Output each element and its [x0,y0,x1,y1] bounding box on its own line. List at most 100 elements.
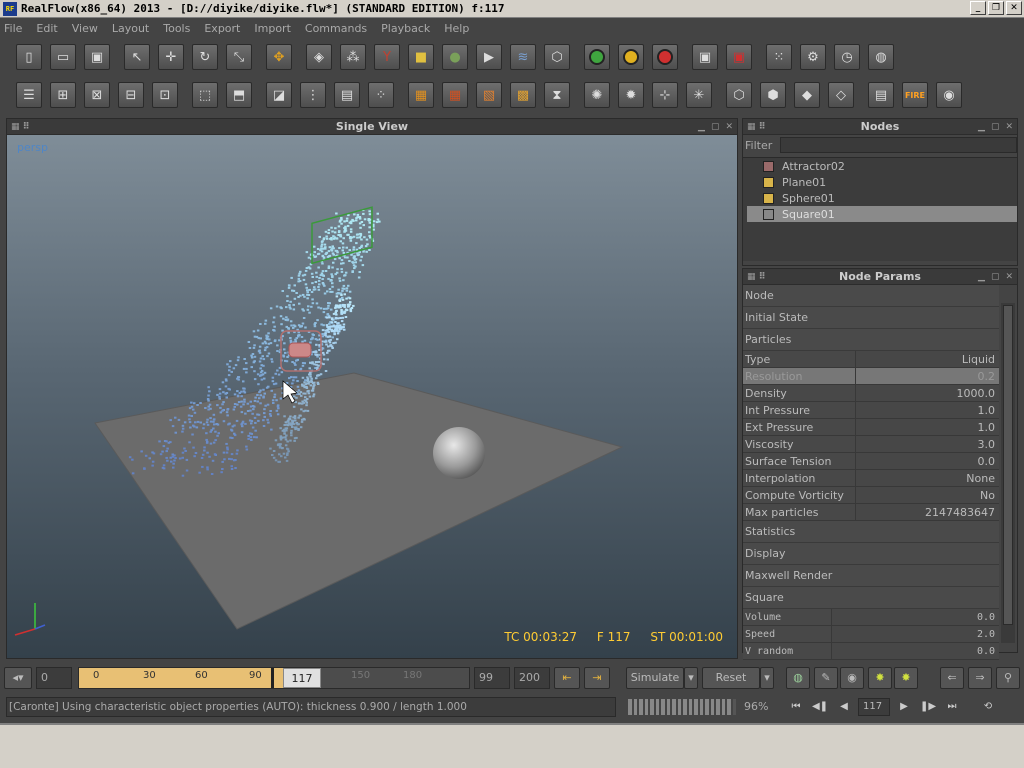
wave-icon[interactable]: ≋ [510,44,536,70]
param-row[interactable]: Surface Tension 0.0 [743,453,999,470]
node-sphere01[interactable]: Sphere01 [747,190,1017,206]
step-forward-key-icon[interactable]: ⇒ [968,667,992,689]
menu-view[interactable]: View [72,22,98,35]
open-folder-icon[interactable]: ▭ [50,44,76,70]
mesh-icon[interactable]: ● [442,44,468,70]
params-scroll-thumb[interactable] [1003,305,1013,625]
menu-help[interactable]: Help [444,22,469,35]
params-grip-icon[interactable]: ▦ ⠿ [747,272,766,282]
nodes-minimize-icon[interactable]: ▁ [978,122,985,132]
viewport-maximize-icon[interactable]: ▢ [711,122,720,132]
texture-b-icon[interactable]: ▦ [442,82,468,108]
param-row[interactable]: Speed 2.0 [743,626,999,643]
restore-button[interactable]: ❐ [988,1,1004,15]
step-forward-icon[interactable]: ❚▶ [918,697,938,717]
fire-icon[interactable]: FIRE [902,82,928,108]
axis-gizmo-icon[interactable]: ✥ [266,44,292,70]
menu-export[interactable]: Export [204,22,240,35]
param-row[interactable]: Interpolation None [743,470,999,487]
section-maxwell-render[interactable]: Maxwell Render [743,565,999,587]
nodes-maximize-icon[interactable]: ▢ [991,122,1000,132]
param-row[interactable]: Max particles 2147483647 [743,504,999,521]
remove-frame-icon[interactable]: ⊠ [84,82,110,108]
param-row[interactable]: Density 1000.0 [743,385,999,402]
section-statistics[interactable]: Statistics [743,521,999,543]
cache-globe-icon[interactable]: ◍ [786,667,810,689]
camera-icon[interactable]: ▶ [476,44,502,70]
close-button[interactable]: ✕ [1006,1,1022,15]
cube-wire-icon[interactable]: ⬡ [726,82,752,108]
menu-file[interactable]: File [4,22,22,35]
node-attractor02[interactable]: Attractor02 [747,158,1017,174]
fracture-c-icon[interactable]: ⊹ [652,82,678,108]
menu-import[interactable]: Import [254,22,291,35]
minimize-button[interactable]: _ [970,1,986,15]
node-square01[interactable]: Square01 [747,206,1017,222]
realflow-app-icon[interactable]: RF [3,1,17,16]
range-start-icon[interactable]: ⇤ [554,667,580,689]
simulate-button[interactable]: Simulate [626,667,684,689]
play-back-icon[interactable]: ◀ [834,697,854,717]
preview-render-icon[interactable]: ◉ [936,82,962,108]
dots-grid-icon[interactable]: ⁘ [368,82,394,108]
go-to-start-icon[interactable]: ⏮ [786,697,806,717]
param-row[interactable]: Type Liquid [743,351,999,368]
texture-d-icon[interactable]: ▩ [510,82,536,108]
save-icon[interactable]: ▣ [84,44,110,70]
node-plane01[interactable]: Plane01 [747,174,1017,190]
param-row[interactable]: Volume 0.0 [743,609,999,626]
save-cache-icon[interactable]: ▣ [692,44,718,70]
range-end-icon[interactable]: ⇥ [584,667,610,689]
play-end-field[interactable]: 99 [474,667,510,689]
loop-icon[interactable]: ⟲ [978,697,998,717]
play-icon[interactable]: ▶ [894,697,914,717]
fx-a-icon[interactable]: ✸ [868,667,892,689]
param-row[interactable]: Int Pressure 1.0 [743,402,999,419]
cube-white-icon[interactable]: ◇ [828,82,854,108]
hourglass-icon[interactable]: ⧗ [544,82,570,108]
section-particles[interactable]: Particles [743,329,999,351]
params-close-icon[interactable]: ✕ [1005,272,1013,282]
batch-icon[interactable]: ⋮ [300,82,326,108]
viewport-minimize-icon[interactable]: ▁ [698,122,705,132]
list-tool-icon[interactable]: ☰ [16,82,42,108]
ruler-icon[interactable]: ▤ [334,82,360,108]
viewport-close-icon[interactable]: ✕ [725,122,733,132]
reset-button[interactable]: Reset [702,667,760,689]
keyframe-menu-icon[interactable]: ◂▾ [4,667,32,689]
cube-solid-icon[interactable]: ⬢ [760,82,786,108]
green-light-icon[interactable] [584,44,610,70]
eye-icon[interactable]: ◉ [840,667,864,689]
layer-icon[interactable]: ◈ [306,44,332,70]
render-icon[interactable]: ▤ [868,82,894,108]
texture-a-icon[interactable]: ▦ [408,82,434,108]
rigid-body-icon[interactable]: ⬡ [544,44,570,70]
link-frame-icon[interactable]: ⊟ [118,82,144,108]
key-tool-icon[interactable]: ⚲ [996,667,1020,689]
menu-edit[interactable]: Edit [36,22,57,35]
timeline-current-frame[interactable]: 117 [283,668,321,688]
current-frame-field[interactable]: 117 [858,698,890,716]
param-row[interactable]: Compute Vorticity No [743,487,999,504]
param-row[interactable]: V random 0.0 [743,643,999,660]
nodes-close-icon[interactable]: ✕ [1005,122,1013,132]
params-scrollbar[interactable] [1001,303,1015,643]
menu-commands[interactable]: Commands [305,22,367,35]
new-scene-icon[interactable]: ▯ [16,44,42,70]
param-row[interactable]: Ext Pressure 1.0 [743,419,999,436]
clock-play-icon[interactable]: ◷ [834,44,860,70]
select-tool-icon[interactable]: ↖ [124,44,150,70]
filter-input[interactable] [780,137,1017,153]
clear-cache-icon[interactable]: ▣ [726,44,752,70]
timeline-playhead[interactable] [271,668,274,688]
graph-editor-icon[interactable]: ◪ [266,82,292,108]
fx-b-icon[interactable]: ✸ [894,667,918,689]
simulate-dropdown-icon[interactable]: ▾ [684,667,698,689]
texture-c-icon[interactable]: ▧ [476,82,502,108]
red-light-icon[interactable] [652,44,678,70]
section-display[interactable]: Display [743,543,999,565]
timeline-start-field[interactable]: 0 [36,667,72,689]
cube-shaded-icon[interactable]: ◆ [794,82,820,108]
reset-dropdown-icon[interactable]: ▾ [760,667,774,689]
globe-play-icon[interactable]: ◍ [868,44,894,70]
